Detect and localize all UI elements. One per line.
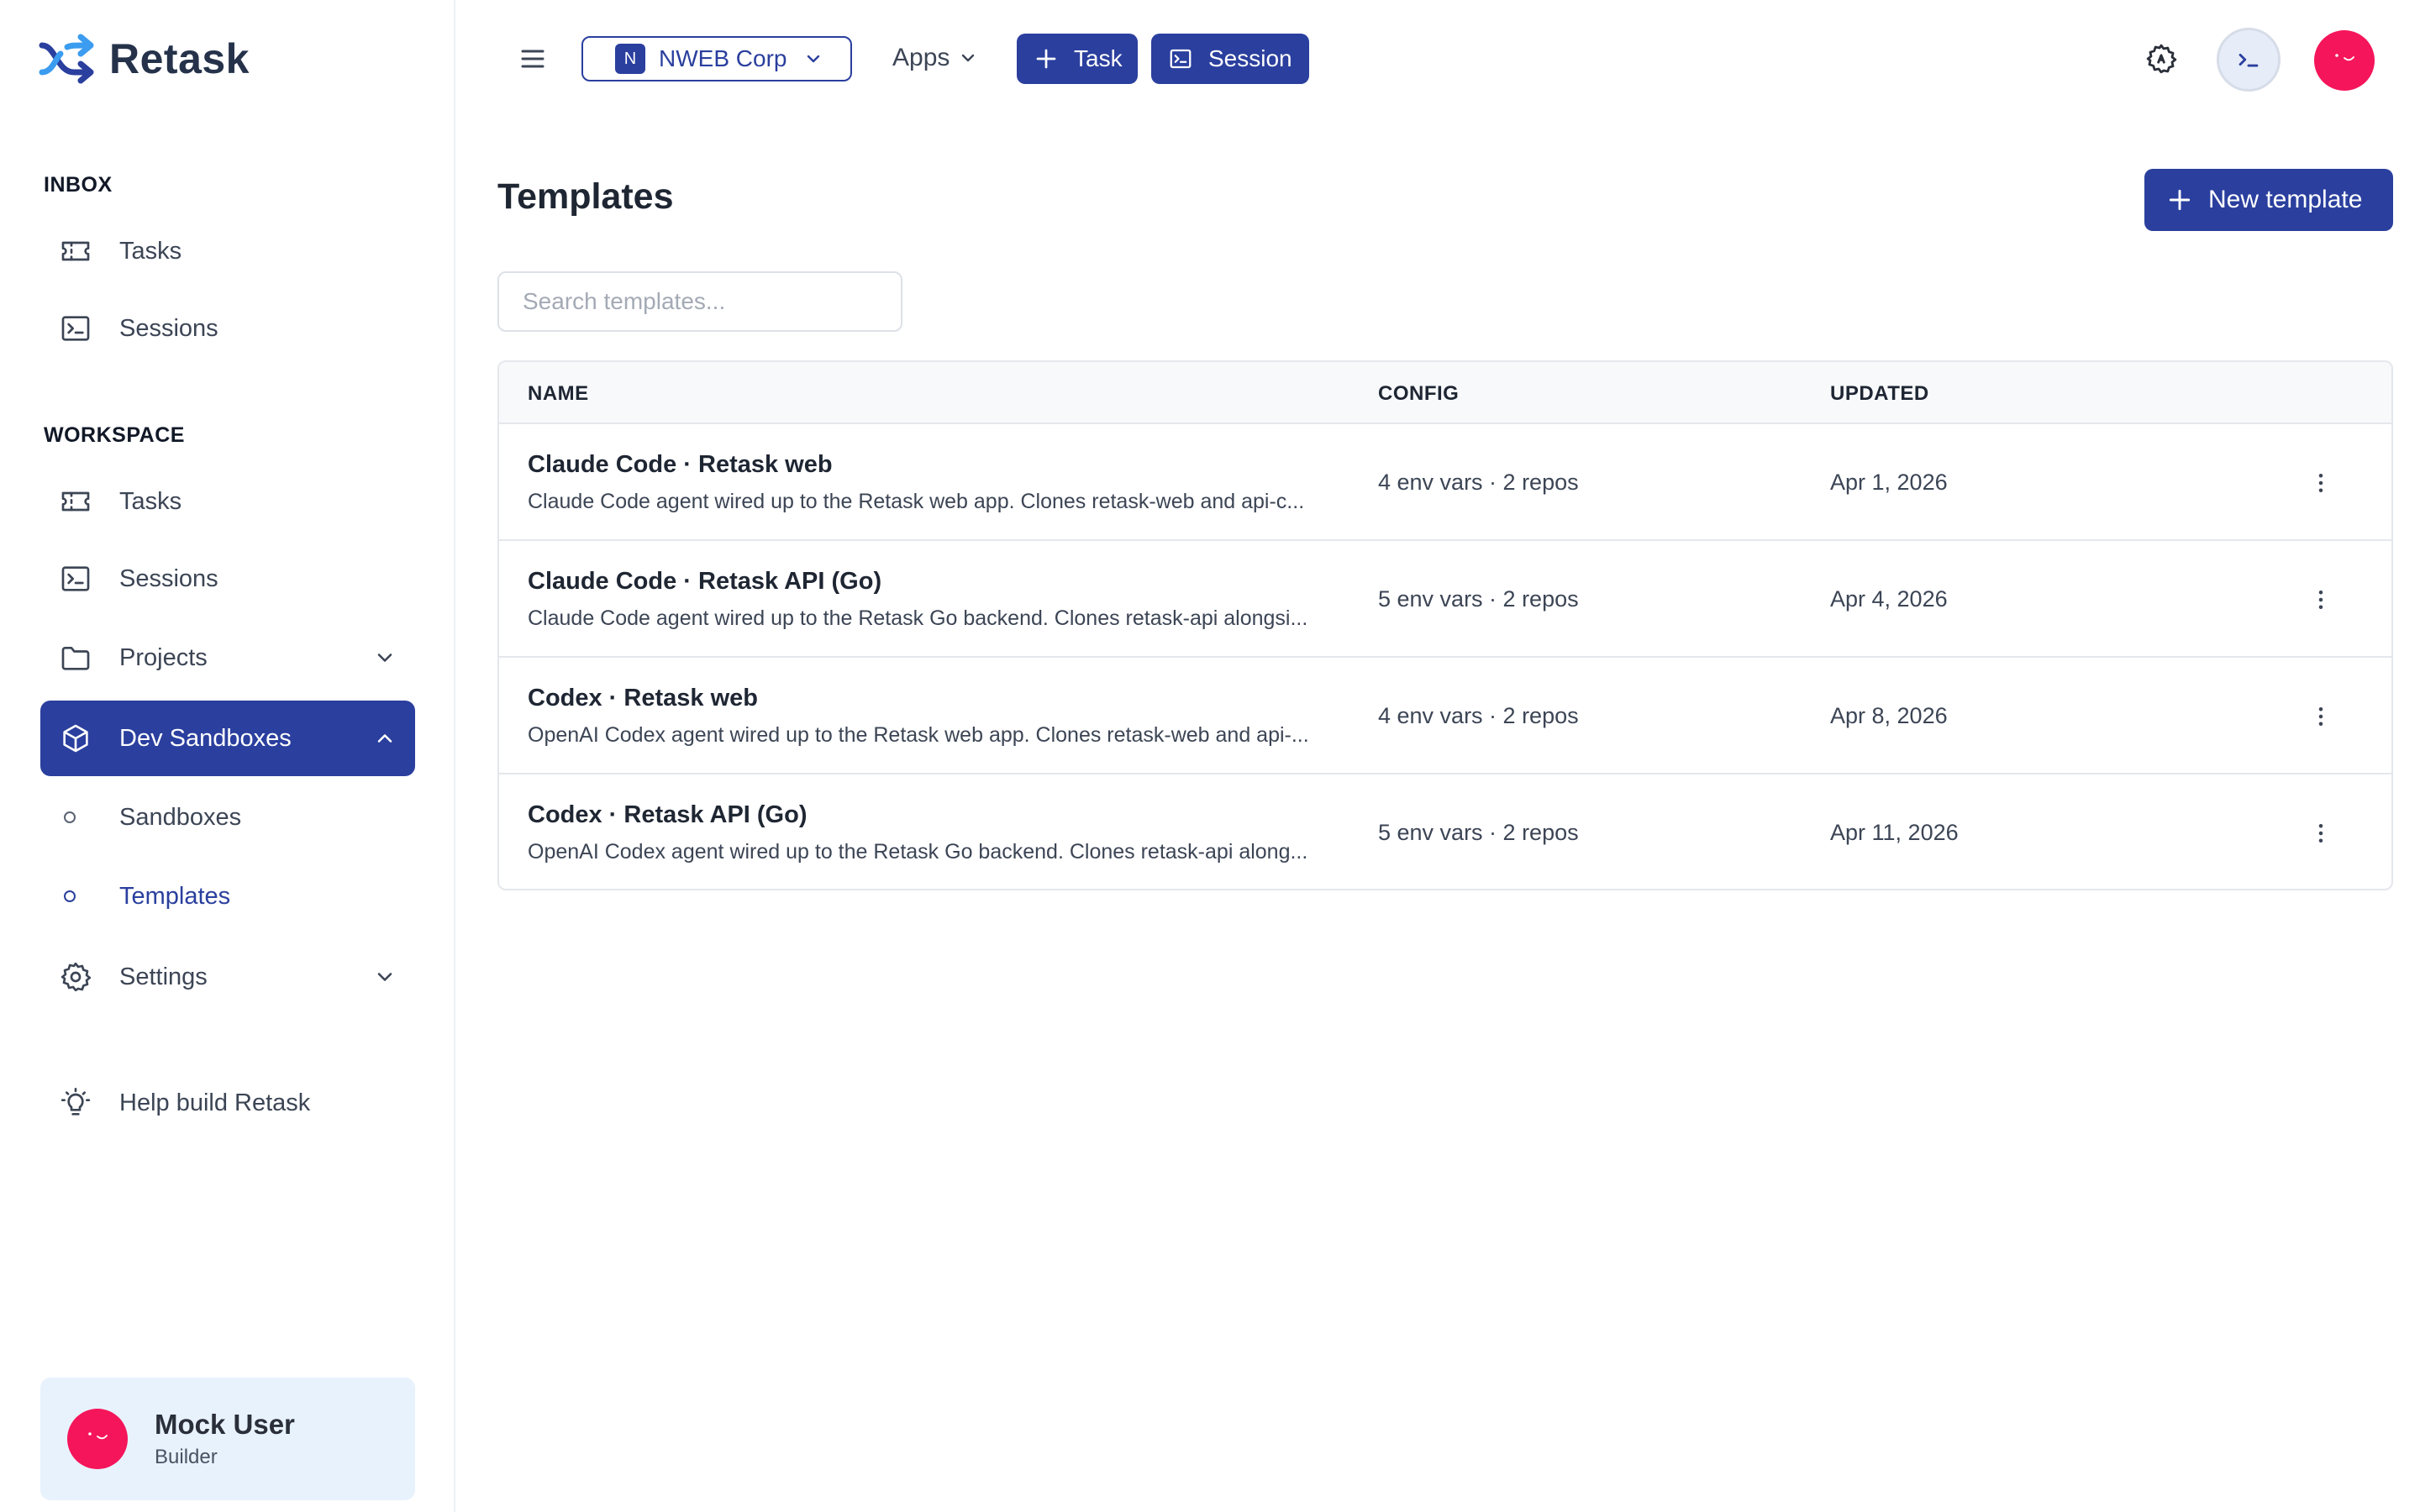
user-card[interactable]: Mock User Builder (40, 1378, 415, 1500)
session-button-label: Session (1208, 45, 1292, 71)
sidebar-item-inbox-sessions[interactable]: Sessions (40, 291, 415, 366)
table-header: NAME CONFIG UPDATED (499, 362, 2391, 424)
plus-icon (1036, 49, 1056, 69)
sidebar-item-sandboxes[interactable]: Sandboxes (40, 780, 415, 855)
templates-table: NAME CONFIG UPDATED Claude Code · Retask… (497, 360, 2393, 890)
terminal-icon (57, 560, 94, 597)
chevron-down-icon (808, 55, 820, 63)
template-description: OpenAI Codex agent wired up to the Retas… (528, 723, 1309, 747)
template-updated: Apr 11, 2026 (1830, 820, 1959, 845)
sidebar-item-label: Sandboxes (119, 803, 242, 831)
table-row[interactable]: Claude Code · Retask web Claude Code age… (499, 424, 2391, 541)
page-title: Templates (497, 176, 674, 217)
more-vertical-icon[interactable] (2304, 583, 2338, 617)
org-name: NWEB Corp (659, 45, 787, 71)
sidebar-item-workspace-sessions[interactable]: Sessions (40, 541, 415, 617)
sidebar-item-label: Projects (119, 643, 208, 671)
sidebar-item-help[interactable]: Help build Retask (40, 1065, 415, 1141)
plus-icon (2169, 189, 2191, 211)
menu-icon[interactable] (518, 44, 548, 74)
task-button-label: Task (1074, 45, 1123, 71)
logo[interactable]: Retask (37, 30, 250, 87)
column-header-config: CONFIG (1378, 382, 1460, 405)
template-name: Codex · Retask API (Go) (528, 801, 808, 828)
apps-label: Apps (892, 44, 950, 71)
column-header-updated: UPDATED (1830, 382, 1929, 405)
ticket-icon (57, 483, 94, 520)
search-input[interactable] (497, 271, 902, 332)
top-bar: N NWEB Corp Apps Task Session (455, 0, 2420, 118)
ticket-icon (57, 233, 94, 270)
terminal-prompt-icon (2238, 53, 2259, 67)
bullet-icon (64, 811, 76, 823)
sidebar-item-label: Sessions (119, 314, 218, 342)
template-updated: Apr 8, 2026 (1830, 703, 1948, 728)
sidebar-item-settings[interactable]: Settings (40, 939, 415, 1015)
template-description: Claude Code agent wired up to the Retask… (528, 490, 1305, 513)
chevron-down-icon (377, 973, 392, 981)
sidebar-item-label: Settings (119, 963, 208, 990)
template-config: 4 env vars · 2 repos (1378, 703, 1579, 728)
table-row[interactable]: Claude Code · Retask API (Go) Claude Cod… (499, 541, 2391, 658)
more-vertical-icon[interactable] (2304, 466, 2338, 500)
new-task-button[interactable]: Task (1017, 34, 1138, 84)
table-row[interactable]: Codex · Retask API (Go) OpenAI Codex age… (499, 774, 2391, 889)
terminal-toggle-button[interactable] (2217, 28, 2281, 92)
user-role: Builder (155, 1446, 218, 1468)
avatar[interactable] (2314, 30, 2375, 91)
template-config: 5 env vars · 2 repos (1378, 820, 1579, 845)
user-name: Mock User (155, 1409, 295, 1440)
inbox-section-label: INBOX (44, 173, 113, 197)
template-config: 4 env vars · 2 repos (1378, 470, 1579, 495)
apps-menu[interactable]: Apps (892, 44, 978, 72)
sidebar-item-label: Tasks (119, 487, 182, 515)
template-description: Claude Code agent wired up to the Retask… (528, 606, 1308, 630)
sidebar-item-label: Sessions (119, 564, 218, 592)
admin-settings-icon[interactable] (2144, 42, 2178, 76)
gear-icon (57, 958, 94, 995)
sidebar-item-dev-sandboxes[interactable]: Dev Sandboxes (40, 701, 415, 776)
table-row[interactable]: Codex · Retask web OpenAI Codex agent wi… (499, 658, 2391, 774)
template-updated: Apr 1, 2026 (1830, 470, 1948, 495)
retask-logo-icon (39, 34, 94, 84)
template-updated: Apr 4, 2026 (1830, 586, 1948, 612)
template-name: Claude Code · Retask web (528, 451, 833, 478)
chevron-down-icon (962, 54, 975, 62)
sidebar-item-projects[interactable]: Projects (40, 620, 415, 696)
workspace-section-label: WORKSPACE (44, 423, 185, 447)
folder-icon (57, 639, 94, 676)
terminal-icon (1170, 49, 1192, 69)
new-session-button[interactable]: Session (1151, 34, 1309, 84)
more-vertical-icon[interactable] (2304, 700, 2338, 733)
sidebar-item-label: Tasks (119, 237, 182, 265)
lightbulb-icon (57, 1084, 94, 1121)
template-name: Codex · Retask web (528, 685, 758, 711)
chevron-up-icon (377, 734, 392, 743)
bullet-icon (64, 890, 76, 902)
template-name: Claude Code · Retask API (Go) (528, 568, 882, 595)
terminal-icon (57, 310, 94, 347)
sidebar-item-inbox-tasks[interactable]: Tasks (40, 213, 415, 289)
sidebar-item-label: Help build Retask (119, 1089, 311, 1116)
org-selector[interactable]: N NWEB Corp (581, 36, 852, 81)
template-description: OpenAI Codex agent wired up to the Retas… (528, 840, 1308, 864)
sidebar-item-label: Templates (119, 882, 231, 910)
chevron-down-icon (377, 654, 392, 662)
org-badge: N (615, 44, 645, 74)
new-template-button[interactable]: New template (2144, 169, 2393, 231)
sidebar-item-templates[interactable]: Templates (40, 858, 415, 934)
brand-name: Retask (109, 35, 250, 82)
sidebar-item-workspace-tasks[interactable]: Tasks (40, 464, 415, 539)
cube-icon (57, 720, 94, 757)
sidebar-item-label: Dev Sandboxes (119, 724, 292, 752)
more-vertical-icon[interactable] (2304, 816, 2338, 850)
new-template-label: New template (2208, 186, 2363, 213)
template-config: 5 env vars · 2 repos (1378, 586, 1579, 612)
sidebar: Retask INBOX Tasks Sessions WORKSPACE Ta… (0, 0, 455, 1512)
column-header-name: NAME (528, 382, 589, 405)
avatar (67, 1409, 128, 1469)
